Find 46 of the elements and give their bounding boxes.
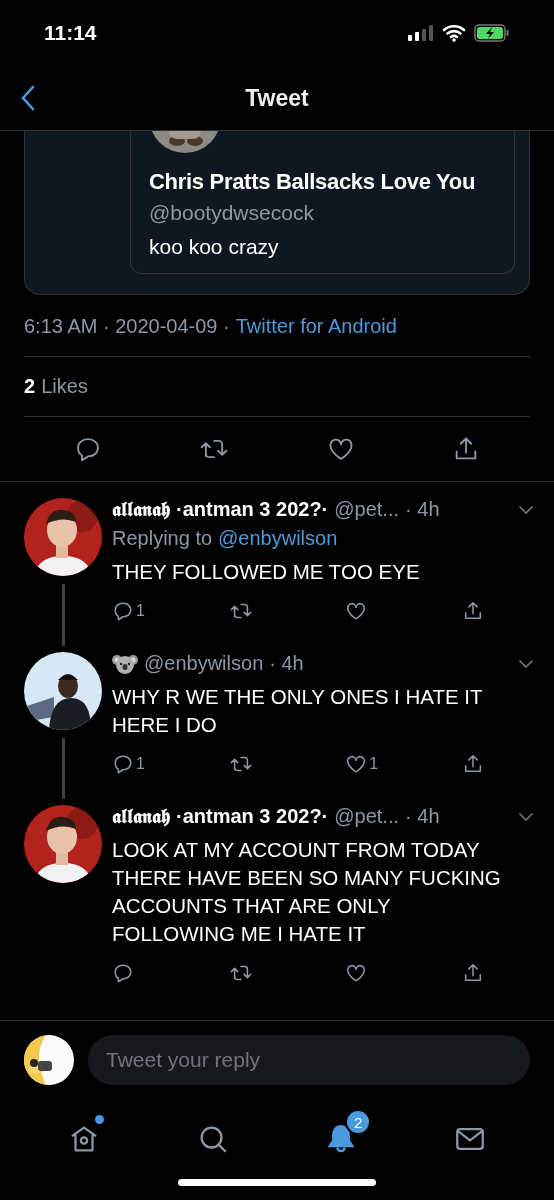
reply-time: · 4h [269, 652, 304, 675]
tweet-timestamp: 6:13 AM · 2020-04-09 · [24, 315, 230, 338]
quoted-author-name: Chris Pratts Ballsacks Love You [149, 169, 476, 195]
likes-count[interactable]: 2 [24, 375, 36, 398]
reply-icon[interactable] [112, 962, 134, 984]
reply-count: 1 [136, 602, 145, 620]
author-handle[interactable]: @pet... [334, 498, 400, 521]
reply-time: · 4h [405, 805, 440, 828]
back-icon[interactable] [20, 85, 36, 111]
heart-icon[interactable] [345, 600, 368, 622]
reply-time: · 4h [405, 498, 440, 521]
author-handle[interactable]: @enbywilson [144, 652, 264, 675]
status-time: 11:14 [44, 21, 97, 45]
chevron-down-icon[interactable] [518, 811, 534, 822]
reply-text: LOOK AT MY ACCOUNT FROM TODAY THERE HAVE BEEN SO MANY FUCKING ACCOUNTS THAT ARE ONLY FOLLOWING ME I HATE IT [112, 837, 502, 947]
reply-icon[interactable] [112, 600, 134, 622]
signal-icon [408, 25, 434, 41]
battery-charging-icon [474, 24, 510, 42]
replying-to-label: Replying to [112, 527, 213, 550]
heart-icon[interactable] [345, 753, 368, 775]
notification-badge: 2 [345, 1109, 372, 1135]
reply-icon[interactable] [112, 753, 134, 775]
reply-icon[interactable] [74, 435, 102, 463]
heart-icon[interactable] [345, 962, 368, 984]
chevron-down-icon[interactable] [518, 658, 534, 669]
author-name[interactable]: 𝖆𝖑𝖑𝖆𝖓𝖆𝖍 [112, 498, 170, 521]
likes-label[interactable]: Likes [41, 375, 88, 398]
koala-icon[interactable] [112, 652, 138, 675]
author-name[interactable]: 𝖆𝖑𝖑𝖆𝖓𝖆𝖍 [112, 805, 170, 828]
reply-text: THEY FOLLOWED ME TOO EYE [112, 559, 421, 585]
replying-to-link[interactable]: @enbywilson [218, 527, 338, 550]
source-link[interactable]: Twitter for Android [235, 315, 397, 338]
like-count: 1 [369, 755, 379, 773]
author-name-suffix[interactable]: ·antman 3 202?· [176, 805, 329, 828]
wifi-icon [442, 24, 466, 42]
quote-card[interactable]: Chris Pratts Ballsacks Love You @bootydwsecock koo koo crazy [24, 131, 530, 295]
quoted-author-handle: @bootydwsecock [149, 201, 314, 225]
reply-count: 1 [136, 755, 145, 773]
quoted-tweet-text: koo koo crazy [149, 235, 279, 259]
author-handle[interactable]: @pet... [334, 805, 400, 828]
quoted-tweet[interactable]: Chris Pratts Ballsacks Love You @bootydwsecock koo koo crazy [130, 131, 515, 274]
reply-input-field[interactable]: Tweet your reply [88, 1035, 530, 1085]
chevron-down-icon[interactable] [518, 504, 534, 515]
screen-title: Tweet [245, 84, 309, 112]
reply-text: WHY R WE THE ONLY ONES I HATE IT HERE I DO [112, 684, 484, 738]
author-name-suffix[interactable]: ·antman 3 202?· [176, 498, 329, 521]
